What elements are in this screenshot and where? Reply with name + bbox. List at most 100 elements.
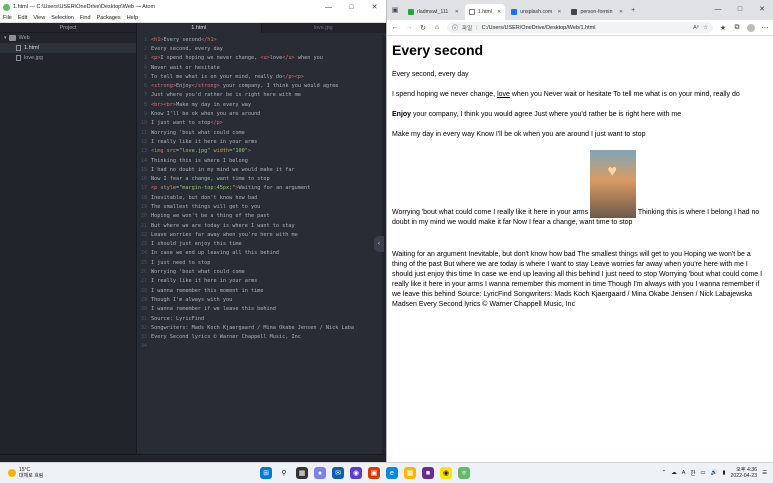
tree-file-1-html[interactable]: 1.html (0, 43, 136, 53)
info-icon[interactable]: ⓘ (452, 23, 458, 32)
code-lines[interactable]: 1 <h1>Every second</h1> 2 Every second, eve… (137, 35, 382, 462)
network-icon[interactable]: ▭ (700, 470, 705, 476)
forward-arrow-icon[interactable]: → (405, 24, 413, 31)
office-icon[interactable]: ▣ (368, 467, 380, 479)
back-arrow-icon[interactable]: ← (391, 24, 399, 31)
code-line[interactable]: 16 Now I fear a change, want time to stop (137, 174, 382, 183)
close-tab-icon[interactable]: ✕ (619, 9, 623, 15)
code-line[interactable]: 29 Though I'm always with you (137, 295, 382, 304)
mail-icon[interactable]: ✉ (332, 467, 344, 479)
tab-1-html[interactable]: 1.html (137, 23, 262, 33)
code-line[interactable]: 11 Worrying 'bout what could come (137, 128, 382, 137)
maximize-icon[interactable]: □ (729, 0, 751, 18)
edge-browser-icon[interactable]: e (386, 467, 398, 479)
menu-view[interactable]: View (33, 15, 45, 21)
code-line[interactable]: 15 I had no doubt in my mind we would mak… (137, 165, 382, 174)
code-line[interactable]: 22 Leave worries far away when you're her… (137, 230, 382, 239)
read-aloud-icon[interactable]: A⁶ (693, 25, 699, 31)
code-line[interactable]: 14 Thinking this is where I belong (137, 156, 382, 165)
code-line[interactable]: 9 Know I'll be ok when you are around (137, 109, 382, 118)
minimize-icon[interactable]: — (317, 0, 340, 14)
code-line[interactable]: 20 Hoping we won't be a thing of the past (137, 212, 382, 221)
menu-file[interactable]: File (3, 15, 12, 21)
close-tab-icon[interactable]: ✕ (557, 9, 561, 15)
code-line[interactable]: 13 <img src="love.jpg" width="100"> (137, 147, 382, 156)
code-line[interactable]: 26 Worrying 'bout what could come (137, 267, 382, 276)
close-icon[interactable]: ✕ (751, 0, 773, 18)
search-icon[interactable]: ⚲ (278, 467, 290, 479)
code-line[interactable]: 23 I should just enjoy this time (137, 240, 382, 249)
home-icon[interactable]: ⌂ (433, 24, 441, 31)
code-line[interactable]: 21 But where we are today is where I want… (137, 221, 382, 230)
code-line[interactable]: 12 I really like it here in your arms (137, 137, 382, 146)
browser-tab-2[interactable]: 1.html ✕ (464, 4, 506, 20)
maximize-icon[interactable]: □ (340, 0, 363, 14)
code-line[interactable]: 28 I wanna remember this moment in time (137, 286, 382, 295)
minimize-icon[interactable]: — (707, 0, 729, 18)
code-line[interactable]: 32 Songwriters: Mads Koch Kjaergaard / Mi… (137, 323, 382, 332)
menu-find[interactable]: Find (80, 15, 91, 21)
code-line[interactable]: 8 <br><br>Make my day in every way (137, 100, 382, 109)
browser-tab-3[interactable]: unsplash.com ✕ (507, 4, 565, 20)
code-line[interactable]: 25 I just need to stop (137, 258, 382, 267)
code-line[interactable]: 6 <strong>Enjoy</strong> your company, I … (137, 81, 382, 90)
tree-folder-web[interactable]: ▾ Web (0, 33, 136, 43)
code-line[interactable]: 33 Every Second lyrics © Warner Chappell … (137, 333, 382, 342)
code-line[interactable]: 1 <h1>Every second</h1> (137, 35, 382, 44)
ime-mode[interactable]: 한 (690, 469, 695, 477)
teams-chat-icon[interactable]: ● (314, 467, 326, 479)
code-line[interactable]: 30 I wanna remember if we leave this behi… (137, 305, 382, 314)
weather-widget[interactable]: 15°C 대체로 흐림 (0, 467, 260, 479)
favorite-star-icon[interactable]: ☆ (703, 25, 708, 31)
tab-actions-icon[interactable]: ▣ (391, 6, 399, 14)
address-bar[interactable]: ⓘ 파일 | C:/Users/USER/OneDrive/Desktop/We… (447, 22, 713, 33)
tray-chevron-up-icon[interactable]: ⌃ (662, 470, 667, 476)
close-tab-icon[interactable]: ✕ (497, 9, 501, 15)
task-view-icon[interactable]: ▦ (296, 467, 308, 479)
atom-title-bar[interactable]: 1.html — C:\Users\USER\OneDrive\Desktop\… (0, 0, 386, 14)
code-line[interactable]: 31 Source: LyricFind (137, 314, 382, 323)
close-icon[interactable]: ✕ (363, 0, 386, 14)
menu-selection[interactable]: Selection (51, 15, 74, 21)
code-line[interactable]: 10 I just want to stop</p> (137, 119, 382, 128)
store-icon[interactable]: ■ (422, 467, 434, 479)
menu-packages[interactable]: Packages (97, 15, 121, 21)
code-line[interactable]: 24 In case we end up leaving all this beh… (137, 249, 382, 258)
kakaotalk-icon[interactable]: ◉ (440, 467, 452, 479)
code-editor[interactable]: 1.html love.jpg 1 <h1>Every second</h1> 2 E… (137, 23, 386, 462)
code-line[interactable]: 5 To tell me what is on your mind, really… (137, 72, 382, 81)
refresh-icon[interactable]: ↻ (419, 24, 427, 32)
browser-tab-1[interactable]: rladmswl_111 ✕ (404, 4, 463, 20)
start-windows-icon[interactable]: ⊞ (260, 467, 272, 479)
code-line[interactable]: 18 Inevitable, but don't know how bad (137, 193, 382, 202)
browser-tab-4[interactable]: person-formin ✕ (567, 4, 627, 20)
close-tab-icon[interactable]: ✕ (455, 9, 459, 15)
code-line[interactable]: 27 I really like it here in your arms (137, 277, 382, 286)
app-icon[interactable]: ◉ (350, 467, 362, 479)
volume-icon[interactable]: 🔊 (711, 470, 718, 476)
file-explorer-icon[interactable]: ▦ (404, 467, 416, 479)
code-line[interactable]: 34 (137, 342, 382, 351)
code-line[interactable]: 17 <p style="margin-top:45px;">Waiting fo… (137, 184, 382, 193)
tree-file-love-jpg[interactable]: love.jpg (0, 53, 136, 63)
panel-toggle-chevron-icon[interactable]: ‹ (374, 236, 384, 252)
profile-avatar[interactable] (747, 23, 755, 32)
new-tab-plus-icon[interactable]: + (629, 7, 637, 14)
code-line[interactable]: 2 Every second, every day (137, 44, 382, 53)
code-line[interactable]: 3 <p>I spend hoping we never change, <u>l… (137, 54, 382, 63)
more-menu-icon[interactable]: ⋯ (761, 24, 769, 32)
atom-app-icon[interactable]: ⚛ (458, 467, 470, 479)
code-line[interactable]: 7 Just where you'd rather be is right her… (137, 91, 382, 100)
code-line[interactable]: 4 Never wait or hesitate (137, 63, 382, 72)
ime-lang[interactable]: A (682, 470, 686, 476)
collections-icon[interactable]: ⧉ (733, 24, 741, 32)
notification-icon[interactable]: ☰ (762, 470, 767, 476)
cloud-icon[interactable]: ☁ (671, 470, 677, 476)
tab-love-jpg[interactable]: love.jpg (262, 23, 386, 33)
favorites-icon[interactable]: ★ (719, 24, 727, 32)
menu-help[interactable]: Help (127, 15, 138, 21)
code-line[interactable]: 19 The smallest things will get to you (137, 202, 382, 211)
menu-edit[interactable]: Edit (18, 15, 27, 21)
battery-icon[interactable]: ▮ (722, 470, 725, 476)
clock[interactable]: 오후 4:36 2022-04-23 (731, 467, 758, 480)
